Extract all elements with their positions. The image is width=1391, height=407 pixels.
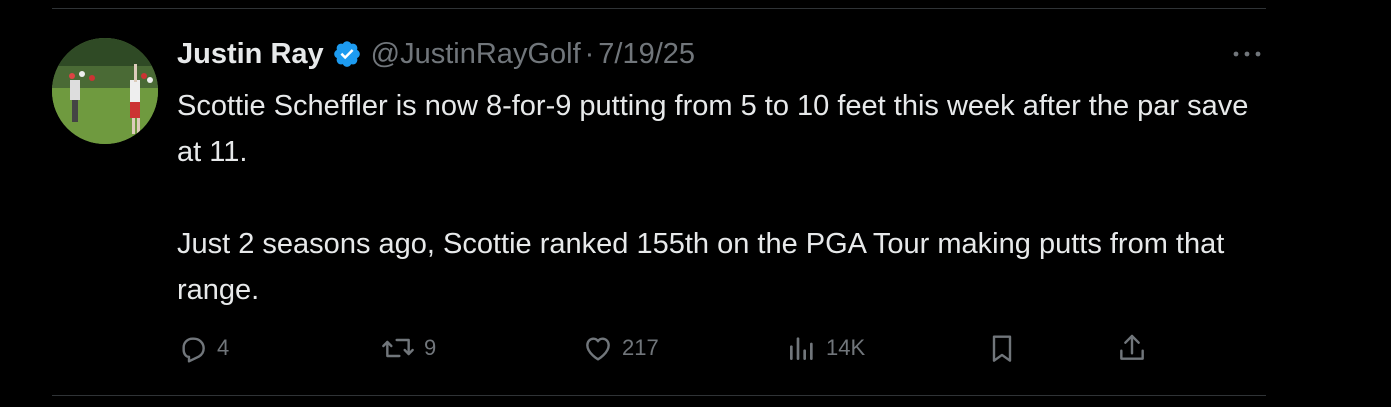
bookmark-button[interactable] [986,328,1018,368]
tweet-paragraph-2: Just 2 seasons ago, Scottie ranked 155th… [177,228,1225,306]
action-bar: 4 9 217 14K [0,328,1391,368]
tweet-date[interactable]: 7/19/25 [598,38,695,71]
share-button[interactable] [1116,328,1148,368]
more-options-icon[interactable] [1230,44,1264,64]
author-handle[interactable]: @JustinRayGolf [371,38,581,71]
tweet-paragraph-1: Scottie Scheffler is now 8-for-9 putting… [177,90,1249,168]
top-divider [52,8,1266,9]
repost-icon [380,332,416,364]
avatar[interactable] [52,38,158,144]
heart-icon [582,332,614,364]
repost-button[interactable]: 9 [380,328,436,368]
views-chart-icon [786,332,818,364]
like-count: 217 [622,335,659,360]
views-button[interactable]: 14K [786,328,865,368]
share-icon [1116,332,1148,364]
bottom-divider [52,395,1266,396]
repost-count: 9 [424,335,437,360]
header-separator: · [584,37,595,70]
avatar-image [52,38,158,144]
tweet-text: Scottie Scheffler is now 8-for-9 putting… [177,83,1277,313]
like-button[interactable]: 217 [582,328,659,368]
reply-icon [177,332,209,364]
bookmark-icon [986,332,1018,364]
tweet-header: Justin Ray @JustinRayGolf · 7/19/25 [177,34,695,74]
reply-count: 4 [217,335,230,360]
reply-button[interactable]: 4 [177,328,229,368]
verified-badge-icon [332,39,362,69]
views-count: 14K [826,335,866,360]
author-display-name[interactable]: Justin Ray [177,38,324,71]
